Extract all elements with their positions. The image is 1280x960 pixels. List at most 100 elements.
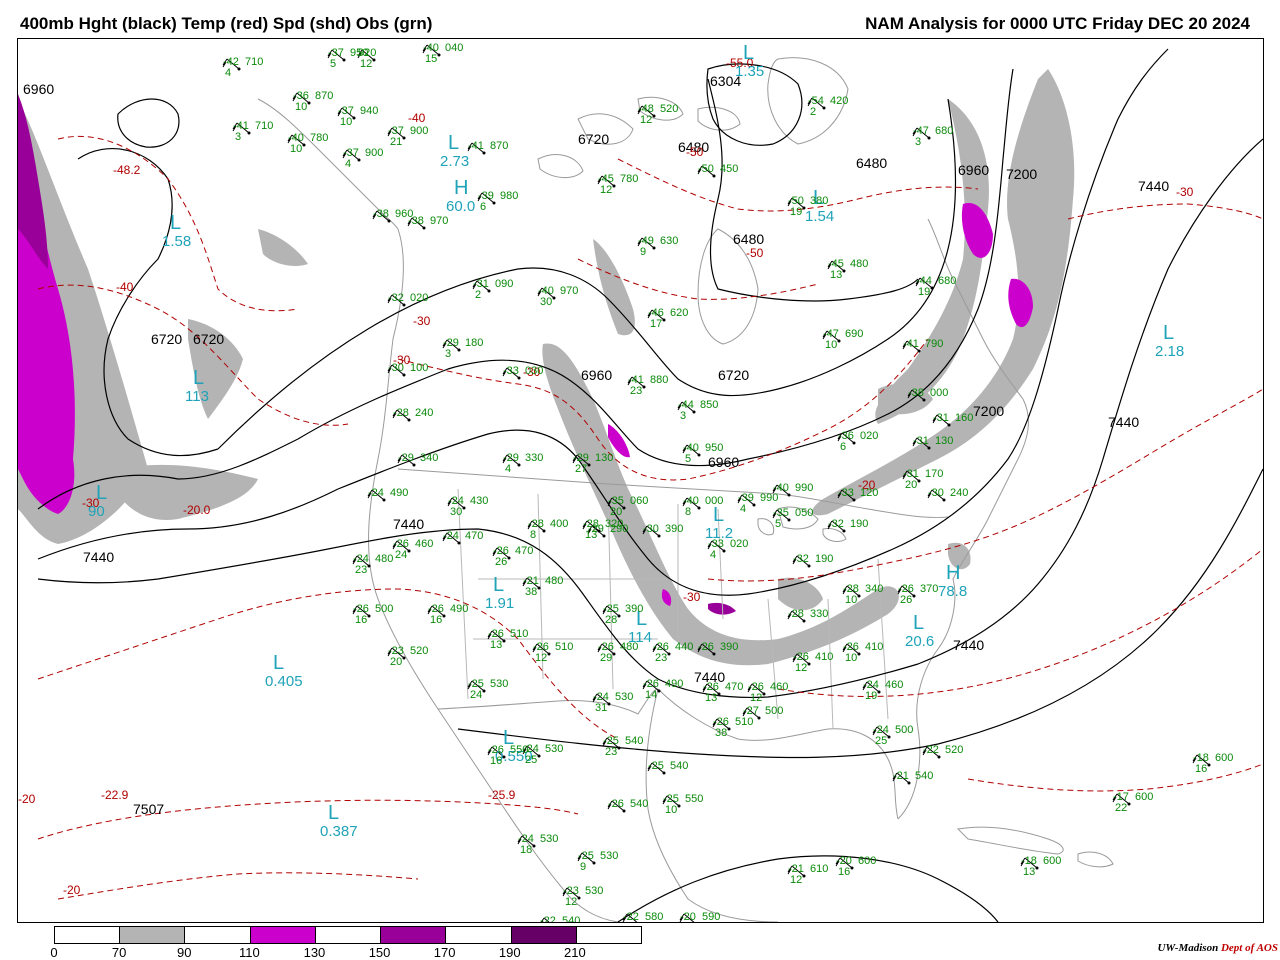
obs-temperature: -32 — [828, 518, 844, 530]
obs-height: 970 — [430, 215, 448, 227]
station-obs: -24 48023 — [353, 553, 393, 576]
jet-shade-pnw — [258, 229, 308, 266]
station-obs: -23 53012 — [563, 885, 603, 908]
station-obs: -50 450 — [698, 163, 738, 178]
obs-height: 390 — [720, 641, 738, 653]
obs-temperature: -28 — [393, 407, 409, 419]
station-obs: -26 51038 — [713, 716, 753, 739]
obs-dewpoint-depression: 10 — [825, 339, 837, 351]
obs-dewpoint-depression: 2 — [810, 106, 816, 118]
obs-height: 380 — [810, 195, 828, 207]
obs-height: 020 — [730, 538, 748, 550]
station-dot — [712, 174, 716, 178]
obs-height: 480 — [620, 641, 638, 653]
station-dot — [617, 746, 621, 750]
obs-dewpoint-depression: 19 — [918, 286, 930, 298]
obs-temperature: -41 — [468, 140, 484, 152]
obs-height: 470 — [725, 681, 743, 693]
station-obs: -24 53031 — [593, 691, 633, 714]
temp-contour-6 — [37, 588, 619, 740]
station-dot — [457, 348, 461, 352]
station-dot — [492, 201, 496, 205]
obs-height: 530 — [540, 833, 558, 845]
station-observations: -42 7104-37 950592012-40 04015-41 7103-36 870… — [223, 42, 1233, 922]
legend-swatch — [446, 927, 512, 943]
station-dot — [537, 754, 541, 758]
chart-title: 400mb Hght (black) Temp (red) Spd (shd) … — [20, 14, 433, 33]
temperature-label: -20.0 — [183, 503, 211, 517]
obs-height: 880 — [650, 374, 668, 386]
temperature-label: -22.9 — [101, 788, 129, 802]
obs-height: 900 — [410, 125, 428, 137]
obs-height: 520 — [410, 645, 428, 657]
station-obs: -25 54023 — [603, 735, 643, 758]
obs-height: 390 — [665, 523, 683, 535]
station-obs: -24 53025 — [523, 743, 563, 766]
obs-height: 600 — [858, 855, 876, 867]
obs-height: 980 — [500, 190, 518, 202]
obs-dewpoint-depression: 5 — [775, 518, 781, 530]
station-obs: -24 43030 — [448, 495, 488, 518]
obs-dewpoint-depression: 25 — [525, 754, 537, 766]
station-dot — [802, 874, 806, 878]
station-obs: -25 55010 — [663, 793, 703, 816]
obs-height: 710 — [255, 120, 273, 132]
station-dot — [877, 690, 881, 694]
obs-dewpoint-depression: 16 — [490, 755, 502, 767]
station-dot — [917, 349, 921, 353]
obs-dewpoint-depression: 16 — [355, 614, 367, 626]
obs-temperature: -32 — [793, 553, 809, 565]
station-obs: -36 0206 — [838, 430, 878, 453]
station-obs: -39 9806 — [478, 190, 518, 213]
obs-dewpoint-depression: 5 — [685, 453, 691, 465]
obs-dewpoint-depression: 12 — [565, 896, 577, 908]
system-L-marker: L — [170, 212, 181, 234]
system-L-marker: L — [1163, 322, 1174, 344]
station-obs: -45 48013 — [828, 258, 868, 281]
obs-height: 600 — [1043, 855, 1061, 867]
temp-contour-7 — [37, 799, 579, 840]
station-dot — [422, 226, 426, 230]
station-obs: -32 190 — [828, 518, 868, 533]
weather-map: 6960 6720 6720 6480 6720 6480 6480 6304 6720 6960… — [17, 38, 1264, 923]
station-obs: -45 78012 — [598, 173, 638, 196]
obs-dewpoint-depression: 19 — [865, 690, 877, 702]
temperature-label: -20 — [63, 883, 81, 897]
height-label: 7200 — [1006, 166, 1037, 182]
station-obs: -22 580 — [623, 911, 663, 922]
station-obs: -22 520 — [923, 744, 963, 759]
station-dot — [852, 498, 856, 502]
obs-temperature: -50 — [698, 163, 714, 175]
station-obs: -23 52020 — [388, 645, 428, 668]
obs-dewpoint-depression: 22 — [1115, 802, 1127, 814]
obs-dewpoint-depression: 13 — [1023, 866, 1035, 878]
system-value: 0.387 — [320, 823, 358, 840]
obs-height: 500 — [895, 724, 913, 736]
station-obs: -48 52012 — [638, 103, 678, 126]
obs-dewpoint-depression: 18 — [520, 844, 532, 856]
obs-height: 440 — [675, 641, 693, 653]
obs-height: 530 — [545, 743, 563, 755]
obs-height: 630 — [660, 235, 678, 247]
station-dot — [652, 114, 656, 118]
station-obs: -26 41010 — [843, 641, 883, 664]
temperature-label: -40 — [408, 111, 426, 125]
obs-height: 120 — [860, 487, 878, 499]
station-dot — [947, 423, 951, 427]
obs-height: 090 — [495, 278, 513, 290]
obs-height: 590 — [702, 911, 720, 922]
station-dot — [942, 498, 946, 502]
station-dot — [852, 441, 856, 445]
obs-height: 430 — [470, 495, 488, 507]
obs-dewpoint-depression: 17 — [650, 318, 662, 330]
station-dot — [617, 614, 621, 618]
obs-height: 320 — [605, 518, 623, 530]
obs-height: 470 — [515, 545, 533, 557]
system-value: 20.6 — [905, 633, 934, 650]
station-dot — [622, 506, 626, 510]
station-obs: 92012 — [358, 47, 376, 70]
station-dot — [887, 735, 891, 739]
obs-height: 020 — [410, 292, 428, 304]
station-dot — [507, 556, 511, 560]
station-dot — [662, 318, 666, 322]
